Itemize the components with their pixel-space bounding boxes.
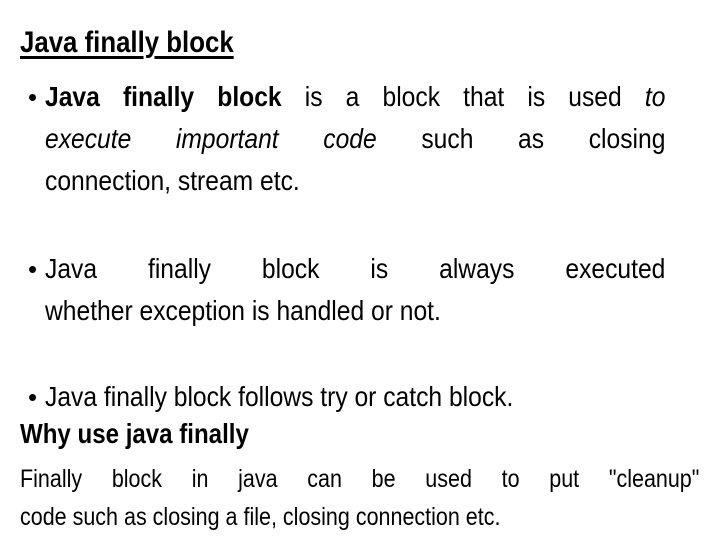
bullet-1-line-1: Java finally block is a block that is us…: [45, 76, 665, 118]
bullet-2-line-2: whether exception is handled or not.: [45, 295, 441, 326]
text: is a block that is used: [281, 81, 645, 112]
bold-text: Java finally block: [45, 81, 282, 112]
bullet-2-line-1: Java finally block is always executed: [45, 253, 666, 284]
bullet-1-line-3: connection, stream etc.: [45, 165, 300, 196]
bullet-3-text: Java finally block follows try or catch …: [45, 376, 665, 418]
bullet-dot-icon: •: [28, 82, 38, 112]
text: such as closing: [376, 123, 666, 154]
subheading: Why use java finally: [20, 418, 249, 449]
italic-text: execute important code: [45, 123, 377, 154]
bullet-3-line-1: Java finally block follows try or catch …: [45, 381, 514, 412]
paragraph-line-2: code such as closing a file, closing con…: [20, 503, 501, 531]
paragraph-line-1: Finally block in java can be used to put…: [20, 465, 700, 493]
italic-text: to: [644, 81, 666, 112]
slide: Java finally block • Java finally block …: [0, 0, 720, 540]
paragraph: Finally block in java can be used to put…: [20, 460, 699, 536]
slide-title: Java finally block: [20, 26, 234, 59]
bullet-dot-icon: •: [28, 254, 38, 284]
bullet-dot-icon: •: [28, 382, 38, 412]
bullet-2-text: Java finally block is always executed wh…: [45, 248, 665, 332]
bullet-1-text: Java finally block is a block that is us…: [45, 76, 665, 202]
bullet-1-line-2: execute important code such as closing: [45, 118, 665, 160]
